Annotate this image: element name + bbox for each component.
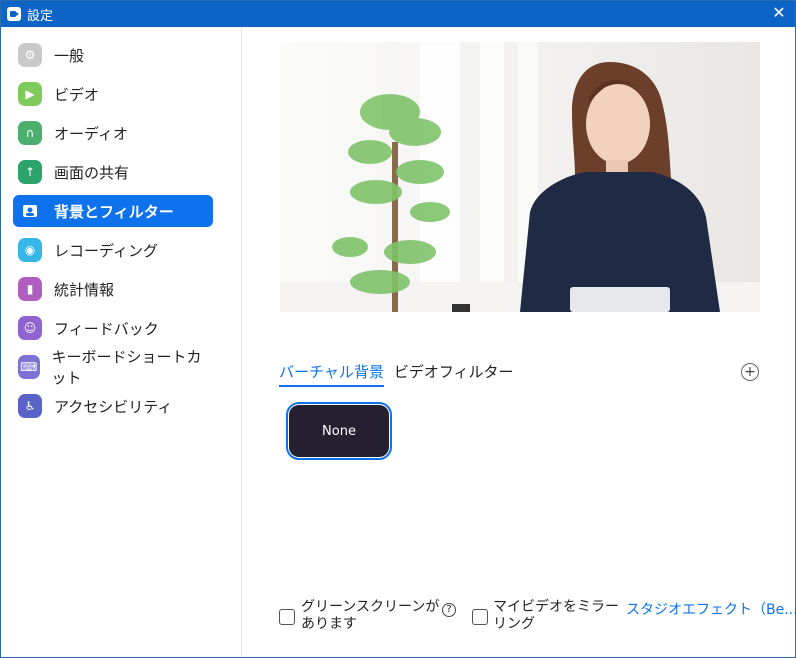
sidebar-item-audio[interactable]: ∩ オーディオ — [13, 117, 213, 149]
add-background-icon[interactable]: + — [741, 363, 759, 381]
share-screen-icon: ↑ — [18, 160, 42, 184]
record-icon: ◉ — [18, 238, 42, 262]
tab-virtual-background[interactable]: バーチャル背景 — [279, 361, 384, 387]
tab-video-filter[interactable]: ビデオフィルター — [394, 361, 514, 387]
settings-window: 設定 ✕ ⚙ 一般 ▶ ビデオ ∩ オーディオ ↑ 画面の共有 背景とフィルター… — [0, 0, 796, 658]
sidebar-item-label: 背景とフィルター — [54, 202, 174, 221]
accessibility-icon: ♿ — [18, 394, 42, 418]
sidebar-item-background-filter[interactable]: 背景とフィルター — [13, 195, 213, 227]
mirror-video-checkbox[interactable] — [472, 609, 488, 625]
camera-preview-image — [280, 42, 760, 312]
sidebar-item-recording[interactable]: ◉ レコーディング — [13, 234, 213, 266]
sidebar-item-label: ビデオ — [54, 85, 100, 104]
sidebar-item-general[interactable]: ⚙ 一般 — [13, 39, 213, 71]
background-options-footer: グリーンスクリーンがあります ? マイビデオをミラーリング スタジオエフェクト（… — [279, 599, 796, 639]
keyboard-icon: ⌨ — [18, 355, 40, 379]
sidebar-item-label: フィードバック — [54, 319, 159, 338]
sidebar-item-label: キーボードショートカット — [51, 348, 202, 387]
mirror-video-label: マイビデオをミラーリング — [493, 599, 619, 632]
background-tabs: バーチャル背景 ビデオフィルター — [279, 361, 514, 387]
sidebar-item-label: アクセシビリティ — [54, 397, 173, 416]
video-icon: ▶ — [18, 82, 42, 106]
studio-effects-link[interactable]: スタジオエフェクト（Be... — [626, 599, 796, 619]
background-filter-icon — [18, 199, 42, 223]
sidebar-item-label: 画面の共有 — [54, 163, 130, 182]
camera-preview — [280, 42, 760, 312]
sidebar-item-label: レコーディング — [54, 241, 158, 260]
sidebar-item-statistics[interactable]: ▮ 統計情報 — [13, 273, 213, 305]
background-filter-panel: バーチャル背景 ビデオフィルター + None グリーンスクリーンがあります ?… — [242, 27, 796, 657]
close-icon[interactable]: ✕ — [769, 3, 789, 23]
sidebar-item-label: オーディオ — [54, 124, 128, 143]
sidebar-item-share-screen[interactable]: ↑ 画面の共有 — [13, 156, 213, 188]
sidebar-item-keyboard-shortcuts[interactable]: ⌨ キーボードショートカット — [13, 348, 213, 387]
stats-icon: ▮ — [18, 277, 42, 301]
feedback-icon: ☺ — [18, 316, 42, 340]
zoom-app-icon — [7, 7, 21, 21]
background-option-none[interactable]: None — [286, 402, 392, 460]
sidebar-item-accessibility[interactable]: ♿ アクセシビリティ — [13, 390, 213, 422]
sidebar-item-label: 統計情報 — [54, 280, 115, 299]
sidebar-item-video[interactable]: ▶ ビデオ — [13, 78, 213, 110]
settings-sidebar: ⚙ 一般 ▶ ビデオ ∩ オーディオ ↑ 画面の共有 背景とフィルター ◉ レコ… — [1, 27, 242, 657]
gear-icon: ⚙ — [18, 43, 42, 67]
sidebar-item-label: 一般 — [54, 46, 85, 65]
green-screen-label: グリーンスクリーンがあります — [301, 599, 440, 632]
headphones-icon: ∩ — [18, 121, 42, 145]
title-bar: 設定 ✕ — [1, 1, 795, 27]
sidebar-item-feedback[interactable]: ☺ フィードバック — [13, 312, 213, 344]
help-icon[interactable]: ? — [442, 603, 456, 617]
window-title: 設定 — [27, 9, 54, 24]
green-screen-checkbox[interactable] — [279, 609, 295, 625]
